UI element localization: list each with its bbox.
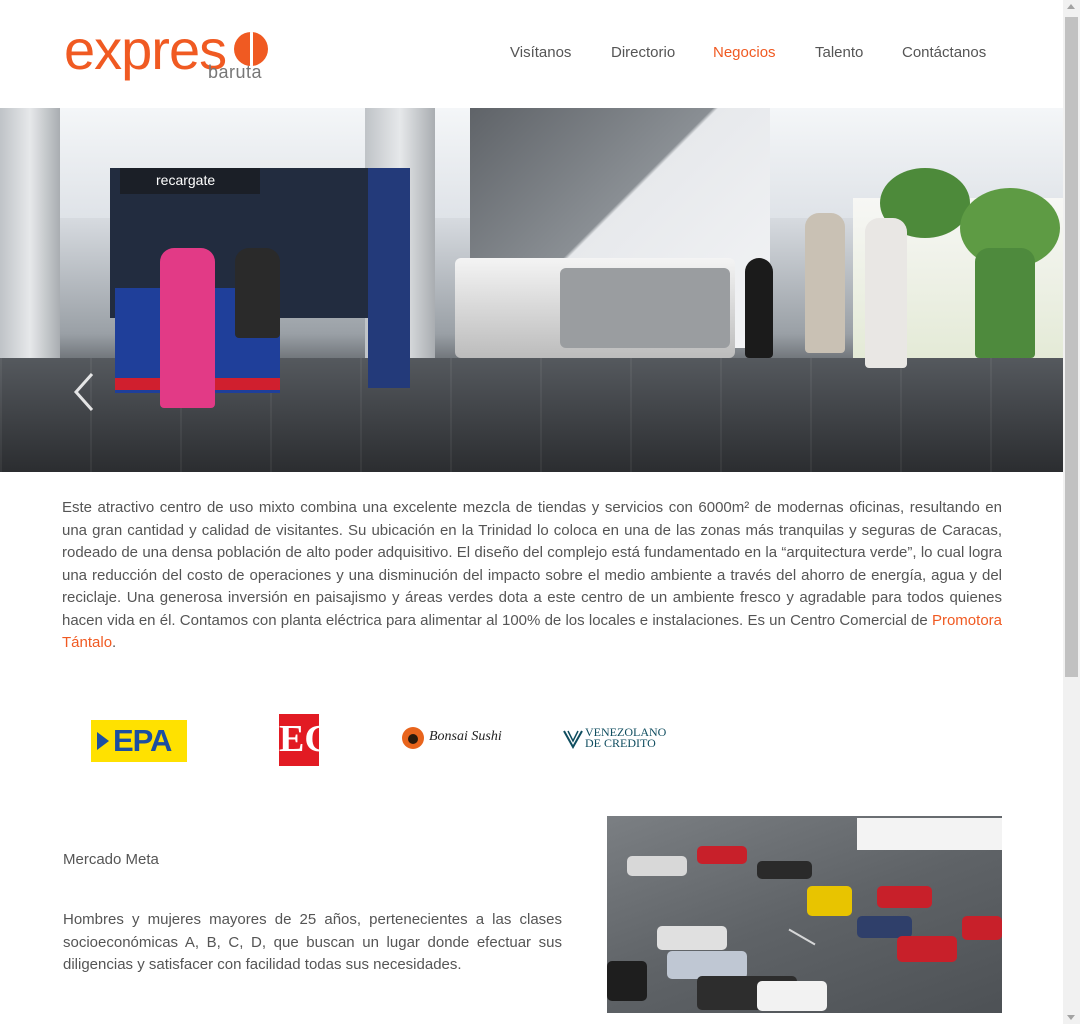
vzla-line2: DE CREDITO: [585, 736, 656, 750]
hero-person: [235, 248, 280, 338]
scroll-up-arrow-icon[interactable]: [1067, 4, 1075, 9]
chevron-left-icon[interactable]: [68, 370, 102, 414]
scroll-down-arrow-icon[interactable]: [1067, 1015, 1075, 1020]
nav-directorio[interactable]: Directorio: [611, 44, 675, 61]
venezolano-de-credito-text: VENEZOLANO DE CREDITO: [585, 726, 666, 750]
photo-car: [607, 961, 647, 1001]
photo-car: [877, 886, 932, 908]
site-header: expreso expres baruta Visítanos Director…: [0, 0, 1063, 108]
hero-person: [745, 258, 773, 358]
main-nav: Visítanos Directorio Negocios Talento Co…: [0, 44, 1063, 64]
photo-car: [757, 861, 812, 879]
bonsai-sushi-text: Bonsai Sushi: [429, 729, 502, 744]
photo-car: [897, 936, 957, 962]
epa-logo[interactable]: EPA: [91, 720, 187, 762]
bonsai-tree-icon: [402, 727, 424, 749]
intro-end: .: [112, 634, 117, 651]
hero-person: [975, 248, 1035, 358]
kiosk-sign: recargate: [120, 168, 260, 194]
nav-talento[interactable]: Talento: [815, 44, 863, 61]
photo-parking-line: [788, 928, 816, 946]
hero-person: [865, 218, 907, 368]
car-show-photo: [607, 816, 1002, 1013]
scrollbar-thumb[interactable]: [1065, 17, 1078, 677]
venezolano-v-icon: [563, 730, 583, 749]
photo-car: [962, 916, 1002, 940]
mercado-meta-description: Hombres y mujeres mayores de 25 años, pe…: [63, 911, 562, 973]
eg-logo[interactable]: EG: [279, 714, 334, 766]
photo-car: [627, 856, 687, 876]
nav-visitanos[interactable]: Visítanos: [510, 44, 571, 61]
bonsai-sushi-logo[interactable]: Bonsai Sushi: [402, 726, 512, 752]
logo-subtitle: baruta: [208, 62, 263, 82]
photo-car: [857, 916, 912, 938]
photo-car: [757, 981, 827, 1011]
epa-arrow-icon: [97, 732, 109, 750]
hero-slider-image: recargate: [0, 108, 1063, 472]
mercado-meta-title: Mercado Meta: [63, 851, 159, 868]
eg-logo-text: EG: [279, 718, 334, 760]
venezolano-de-credito-logo[interactable]: VENEZOLANO DE CREDITO: [563, 726, 673, 753]
photo-car: [697, 846, 747, 864]
nav-contactanos[interactable]: Contáctanos: [902, 44, 986, 61]
epa-logo-text: EPA: [113, 723, 172, 758]
nav-negocios[interactable]: Negocios: [713, 44, 776, 61]
photo-tent: [857, 818, 1002, 850]
hero-person: [160, 248, 215, 408]
kiosk-sign-text: recargate: [156, 172, 216, 188]
coffee-counter-base: [560, 268, 730, 348]
kiosk-display: [368, 168, 410, 388]
intro-paragraph: Este atractivo centro de uso mixto combi…: [62, 497, 1002, 655]
photo-car: [657, 926, 727, 950]
page-scrollbar[interactable]: [1063, 0, 1080, 1024]
hero-column: [0, 108, 60, 378]
photo-car: [807, 886, 852, 916]
photo-car: [667, 951, 747, 979]
intro-text: Este atractivo centro de uso mixto combi…: [62, 499, 1002, 629]
hero-person: [805, 213, 845, 353]
